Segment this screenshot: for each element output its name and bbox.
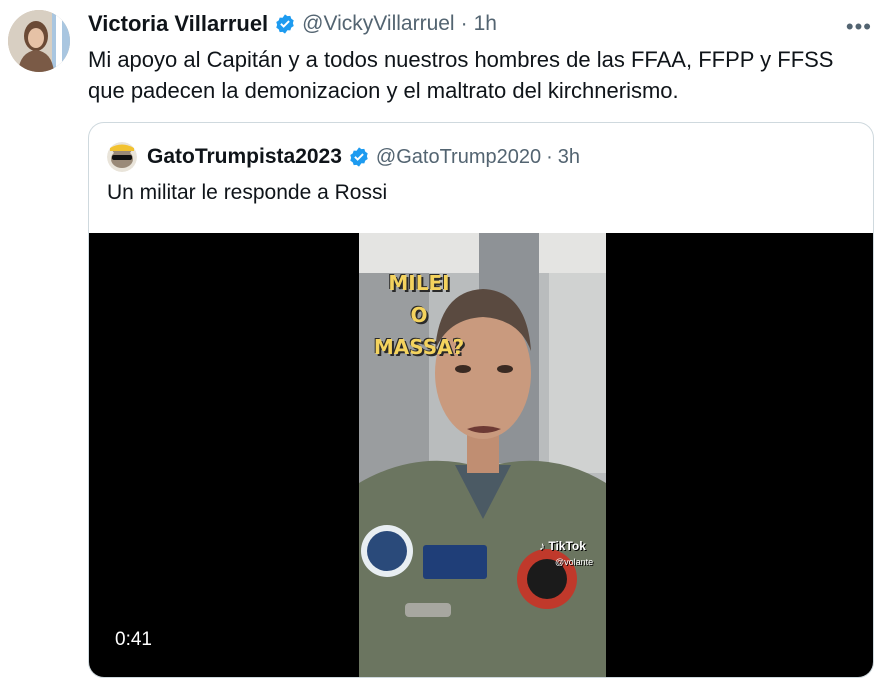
video-frame: MILEI O MASSA? ♪ TikTok @volante	[359, 233, 606, 677]
tweet: Victoria Villarruel @VickyVillarruel · 1…	[0, 0, 888, 684]
quoted-author-handle[interactable]: @GatoTrump2020	[376, 146, 541, 169]
overlay-text: MILEI O MASSA?	[359, 267, 479, 363]
watermark-user: @volante	[555, 557, 594, 567]
overlay-line: MASSA?	[373, 335, 465, 359]
verified-badge-icon	[348, 146, 370, 168]
verified-badge-icon	[274, 13, 296, 35]
quoted-tweet-header: GatoTrumpista2023 @GatoTrump2020 · 3h	[107, 142, 580, 172]
watermark-label: TikTok	[548, 539, 586, 553]
author-avatar[interactable]	[8, 10, 70, 72]
quoted-author-avatar	[107, 142, 137, 172]
tweet-text: Mi apoyo al Capitán y a todos nuestros h…	[88, 44, 878, 106]
tweet-header: Victoria Villarruel @VickyVillarruel · 1…	[88, 10, 497, 38]
video-duration: 0:41	[115, 629, 152, 650]
tweet-timestamp[interactable]: 1h	[474, 12, 497, 36]
overlay-line: MILEI	[388, 271, 450, 295]
separator-dot: ·	[460, 12, 468, 35]
quoted-timestamp[interactable]: 3h	[558, 146, 580, 169]
quoted-author-name[interactable]: GatoTrumpista2023	[147, 145, 342, 169]
author-name[interactable]: Victoria Villarruel	[88, 11, 268, 37]
tweet-text-line: Mi apoyo al Capitán y a todos nuestros h…	[88, 47, 834, 72]
separator-dot: ·	[546, 145, 553, 168]
tiktok-logo-icon: ♪	[539, 539, 545, 553]
tiktok-watermark: ♪ TikTok	[539, 539, 586, 553]
author-handle[interactable]: @VickyVillarruel	[302, 12, 454, 36]
overlay-line: O	[410, 303, 428, 327]
tweet-text-line: que padecen la demonizacion y el maltrat…	[88, 78, 679, 103]
quoted-tweet[interactable]: GatoTrumpista2023 @GatoTrump2020 · 3h Un…	[88, 122, 874, 678]
video-player[interactable]: MILEI O MASSA? ♪ TikTok @volante 0:41	[89, 233, 873, 677]
quoted-tweet-text: Un militar le responde a Rossi	[107, 181, 388, 204]
more-options-icon[interactable]: •••	[846, 14, 872, 40]
